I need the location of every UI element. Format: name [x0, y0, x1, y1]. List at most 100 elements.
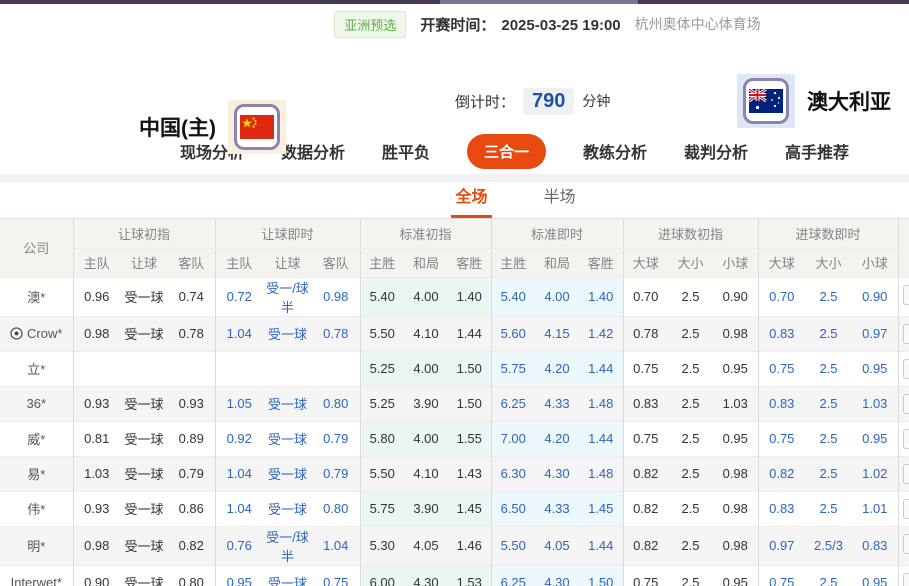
odds-cell[interactable]: 0.83 — [758, 386, 805, 421]
odds-cell[interactable]: 1.05 — [215, 386, 263, 421]
period-tab-0[interactable]: 全场 — [451, 183, 491, 218]
odds-cell[interactable]: 1.44 — [579, 421, 623, 456]
odds-cell[interactable]: 1.04 — [312, 526, 360, 565]
nav-tab-2[interactable]: 胜平负 — [382, 139, 430, 163]
odds-cell[interactable]: 5.40 — [491, 277, 535, 316]
row-action-button-fragment[interactable] — [903, 394, 909, 414]
odds-cell[interactable]: 受一/球半 — [263, 526, 312, 565]
odds-cell[interactable]: 受一球 — [263, 565, 312, 586]
odds-cell[interactable]: 0.79 — [312, 456, 360, 491]
odds-cell[interactable]: 6.25 — [491, 565, 535, 586]
company-name[interactable]: 立* — [0, 351, 73, 386]
odds-cell[interactable]: 2.5 — [805, 421, 852, 456]
odds-cell[interactable]: 4.05 — [535, 526, 579, 565]
company-name[interactable]: 明* — [0, 526, 73, 565]
odds-cell[interactable]: 0.83 — [852, 526, 898, 565]
odds-cell[interactable]: 1.04 — [215, 456, 263, 491]
odds-cell[interactable]: 4.30 — [535, 456, 579, 491]
odds-cell[interactable]: 0.95 — [852, 421, 898, 456]
odds-cell[interactable]: 受一球 — [263, 386, 312, 421]
odds-cell[interactable]: 0.90 — [852, 277, 898, 316]
company-name[interactable]: Crow* — [0, 316, 73, 351]
odds-cell[interactable]: 2.5 — [805, 351, 852, 386]
nav-tab-4[interactable]: 教练分析 — [583, 139, 647, 163]
nav-tab-1[interactable]: 数据分析 — [281, 139, 345, 163]
odds-cell[interactable]: 0.95 — [215, 565, 263, 586]
odds-cell[interactable]: 0.83 — [758, 316, 805, 351]
odds-cell[interactable]: 4.33 — [535, 491, 579, 526]
row-action-button-fragment[interactable] — [903, 464, 909, 484]
company-name[interactable]: Interwet* — [0, 565, 73, 586]
odds-cell[interactable]: 0.83 — [758, 491, 805, 526]
odds-cell[interactable]: 2.5 — [805, 386, 852, 421]
odds-cell[interactable]: 受一球 — [263, 491, 312, 526]
odds-cell[interactable]: 受一球 — [263, 316, 312, 351]
odds-cell[interactable]: 2.5 — [805, 456, 852, 491]
row-action-button-fragment[interactable] — [903, 324, 909, 344]
odds-cell[interactable]: 0.78 — [312, 316, 360, 351]
row-action-button-fragment[interactable] — [903, 534, 909, 554]
row-action-button-fragment[interactable] — [903, 499, 909, 519]
odds-cell[interactable]: 7.00 — [491, 421, 535, 456]
odds-cell[interactable]: 0.80 — [312, 491, 360, 526]
row-action-button-fragment[interactable] — [903, 359, 909, 379]
odds-cell[interactable]: 1.45 — [579, 491, 623, 526]
nav-tab-6[interactable]: 高手推荐 — [785, 139, 849, 163]
odds-cell[interactable]: 0.70 — [758, 277, 805, 316]
odds-cell[interactable]: 2.5/3 — [805, 526, 852, 565]
odds-cell[interactable]: 0.92 — [215, 421, 263, 456]
odds-cell[interactable]: 1.40 — [579, 277, 623, 316]
odds-cell[interactable]: 0.80 — [312, 386, 360, 421]
period-tab-1[interactable]: 半场 — [540, 183, 580, 218]
odds-cell[interactable]: 4.15 — [535, 316, 579, 351]
row-action-button-fragment[interactable] — [903, 573, 909, 586]
odds-cell[interactable]: 0.79 — [312, 421, 360, 456]
odds-cell[interactable]: 2.5 — [805, 316, 852, 351]
company-name[interactable]: 36* — [0, 386, 73, 421]
nav-tab-5[interactable]: 裁判分析 — [684, 139, 748, 163]
odds-cell[interactable]: 受一球 — [263, 421, 312, 456]
odds-cell[interactable]: 5.60 — [491, 316, 535, 351]
odds-cell[interactable]: 1.42 — [579, 316, 623, 351]
odds-cell[interactable]: 2.5 — [805, 565, 852, 586]
odds-cell[interactable]: 1.44 — [579, 526, 623, 565]
odds-cell[interactable]: 4.20 — [535, 351, 579, 386]
odds-cell[interactable]: 0.95 — [852, 565, 898, 586]
odds-cell[interactable]: 1.03 — [852, 386, 898, 421]
odds-cell[interactable]: 4.20 — [535, 421, 579, 456]
odds-cell[interactable]: 5.75 — [491, 351, 535, 386]
company-name[interactable]: 易* — [0, 456, 73, 491]
odds-cell[interactable]: 0.82 — [758, 456, 805, 491]
odds-cell[interactable]: 6.25 — [491, 386, 535, 421]
row-action-button-fragment[interactable] — [903, 285, 909, 305]
odds-cell[interactable]: 1.01 — [852, 491, 898, 526]
odds-cell[interactable]: 0.75 — [758, 565, 805, 586]
odds-cell[interactable]: 1.04 — [215, 491, 263, 526]
odds-cell[interactable]: 0.72 — [215, 277, 263, 316]
row-action-button-fragment[interactable] — [903, 429, 909, 449]
odds-cell[interactable]: 4.30 — [535, 565, 579, 586]
odds-cell[interactable]: 0.97 — [758, 526, 805, 565]
odds-cell[interactable]: 受一/球半 — [263, 277, 312, 316]
company-name[interactable]: 澳* — [0, 277, 73, 316]
odds-cell[interactable]: 0.97 — [852, 316, 898, 351]
odds-cell[interactable]: 4.00 — [535, 277, 579, 316]
odds-cell[interactable]: 1.44 — [579, 351, 623, 386]
odds-cell[interactable]: 1.50 — [579, 565, 623, 586]
odds-cell[interactable]: 0.75 — [758, 351, 805, 386]
odds-cell[interactable]: 1.04 — [215, 316, 263, 351]
odds-cell[interactable]: 0.76 — [215, 526, 263, 565]
odds-cell[interactable]: 1.48 — [579, 386, 623, 421]
odds-cell[interactable]: 1.48 — [579, 456, 623, 491]
odds-cell[interactable]: 0.75 — [758, 421, 805, 456]
company-name[interactable]: 威* — [0, 421, 73, 456]
odds-cell[interactable]: 2.5 — [805, 277, 852, 316]
odds-cell[interactable]: 0.98 — [312, 277, 360, 316]
odds-cell[interactable]: 受一球 — [263, 456, 312, 491]
odds-cell[interactable]: 1.02 — [852, 456, 898, 491]
odds-cell[interactable]: 2.5 — [805, 491, 852, 526]
nav-tab-3[interactable]: 三合一 — [467, 134, 546, 169]
odds-cell[interactable]: 5.50 — [491, 526, 535, 565]
odds-cell[interactable]: 6.30 — [491, 456, 535, 491]
odds-cell[interactable]: 0.75 — [312, 565, 360, 586]
